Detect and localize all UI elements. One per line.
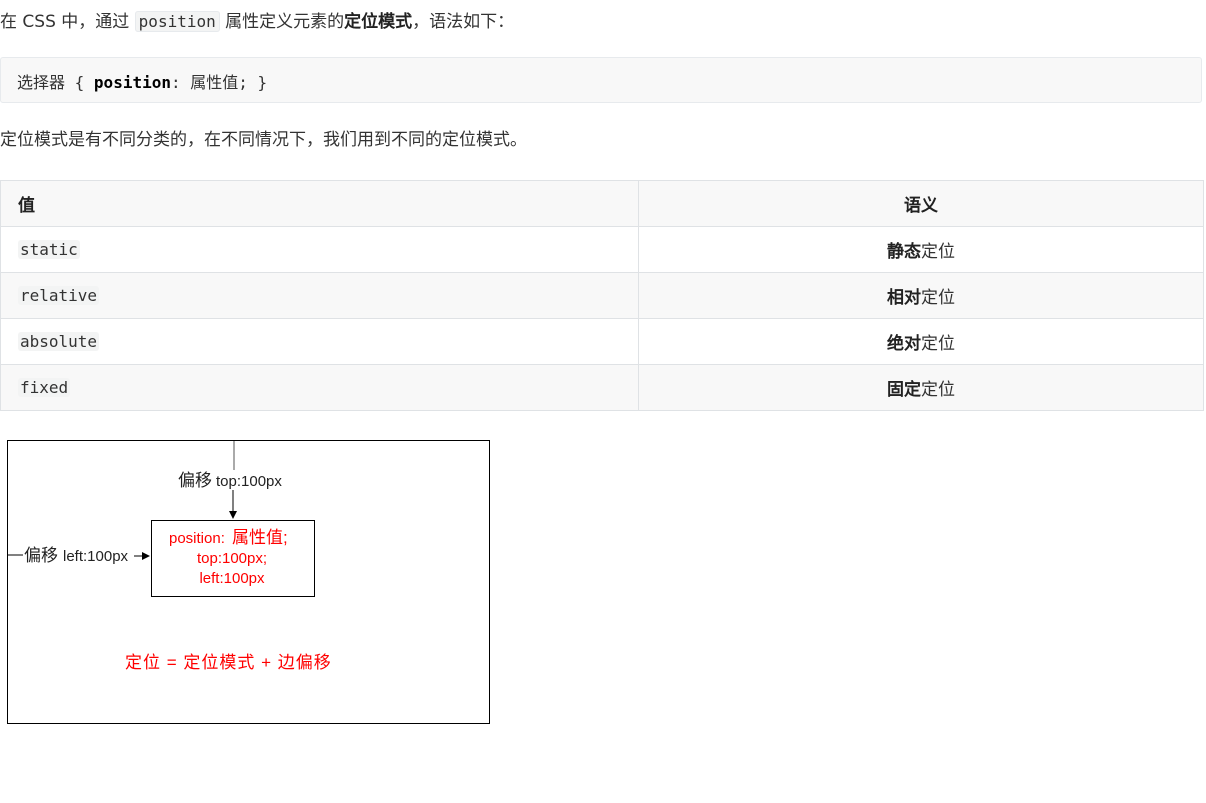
box-line1-b: 属性值; (232, 528, 288, 547)
code-value: 属性值 (190, 73, 239, 92)
header-value: 值 (0, 180, 639, 227)
left-offset-label-cn: 偏移 (24, 546, 58, 565)
positioning-diagram: 偏移 top:100px 偏移 left:100px position: 属性值… (7, 440, 491, 724)
box-line1-a: position: (169, 530, 225, 547)
row-semantics-rest: 定位 (921, 242, 955, 262)
box-line3: left:100px (199, 570, 265, 587)
row-semantics-bold: 绝对 (887, 334, 921, 354)
row-semantics-rest: 定位 (921, 334, 955, 354)
row-semantics-bold: 静态 (887, 242, 921, 262)
table-header-row: 值 语义 (0, 180, 1204, 227)
table-row: relative 相对定位 (0, 272, 1204, 319)
table-row: fixed 固定定位 (0, 364, 1204, 411)
code-property: position (93, 73, 171, 92)
syntax-code-block: 选择器 { position: 属性值; } (0, 57, 1202, 103)
top-offset-label-cn: 偏移 (178, 471, 212, 490)
row-value-cell: fixed (0, 364, 639, 411)
intro-prefix: 在 CSS 中，通过 (0, 12, 135, 32)
row-value-cell: static (0, 226, 639, 273)
row-value-cell: relative (0, 272, 639, 319)
row-value-code: absolute (18, 331, 100, 351)
row-semantics-bold: 固定 (887, 380, 921, 400)
code-close: ; } (238, 73, 268, 92)
code-open-brace: { (65, 73, 94, 92)
row-semantics-rest: 定位 (921, 288, 955, 308)
header-semantics: 语义 (638, 180, 1204, 227)
note-paragraph: 定位模式是有不同分类的，在不同情况下，我们用到不同的定位模式。 (0, 130, 527, 150)
intro-bold: 定位模式 (344, 12, 413, 32)
code-selector: 选择器 (17, 73, 66, 92)
row-value-cell: absolute (0, 318, 639, 365)
row-semantics-cell: 绝对定位 (638, 318, 1204, 365)
code-colon: : (170, 73, 191, 92)
intro-suffix: ，语法如下： (412, 12, 515, 32)
box-line2: top:100px; (197, 550, 267, 567)
intro-paragraph: 在 CSS 中，通过 position 属性定义元素的定位模式，语法如下： (0, 10, 514, 34)
top-offset-label-val: top:100px (216, 473, 282, 490)
left-offset-label-val: left:100px (63, 548, 129, 565)
row-value-code: fixed (18, 377, 71, 397)
formula-text: 定位 = 定位模式 + 边偏移 (125, 653, 332, 672)
row-semantics-bold: 相对 (887, 288, 921, 308)
table-row: absolute 绝对定位 (0, 318, 1204, 365)
intro-mid: 属性定义元素的 (219, 12, 345, 32)
row-semantics-cell: 静态定位 (638, 226, 1204, 273)
row-semantics-cell: 相对定位 (638, 272, 1204, 319)
diagram-svg: 偏移 top:100px 偏移 left:100px position: 属性值… (7, 440, 490, 724)
position-modes-table: 值 语义 static 静态定位 relative 相对定位 absolute … (0, 180, 1204, 411)
inline-code-position: position (134, 11, 220, 32)
row-semantics-cell: 固定定位 (638, 364, 1204, 411)
row-semantics-rest: 定位 (921, 380, 955, 400)
row-value-code: static (18, 239, 80, 259)
table-row: static 静态定位 (0, 226, 1204, 273)
row-value-code: relative (18, 285, 100, 305)
